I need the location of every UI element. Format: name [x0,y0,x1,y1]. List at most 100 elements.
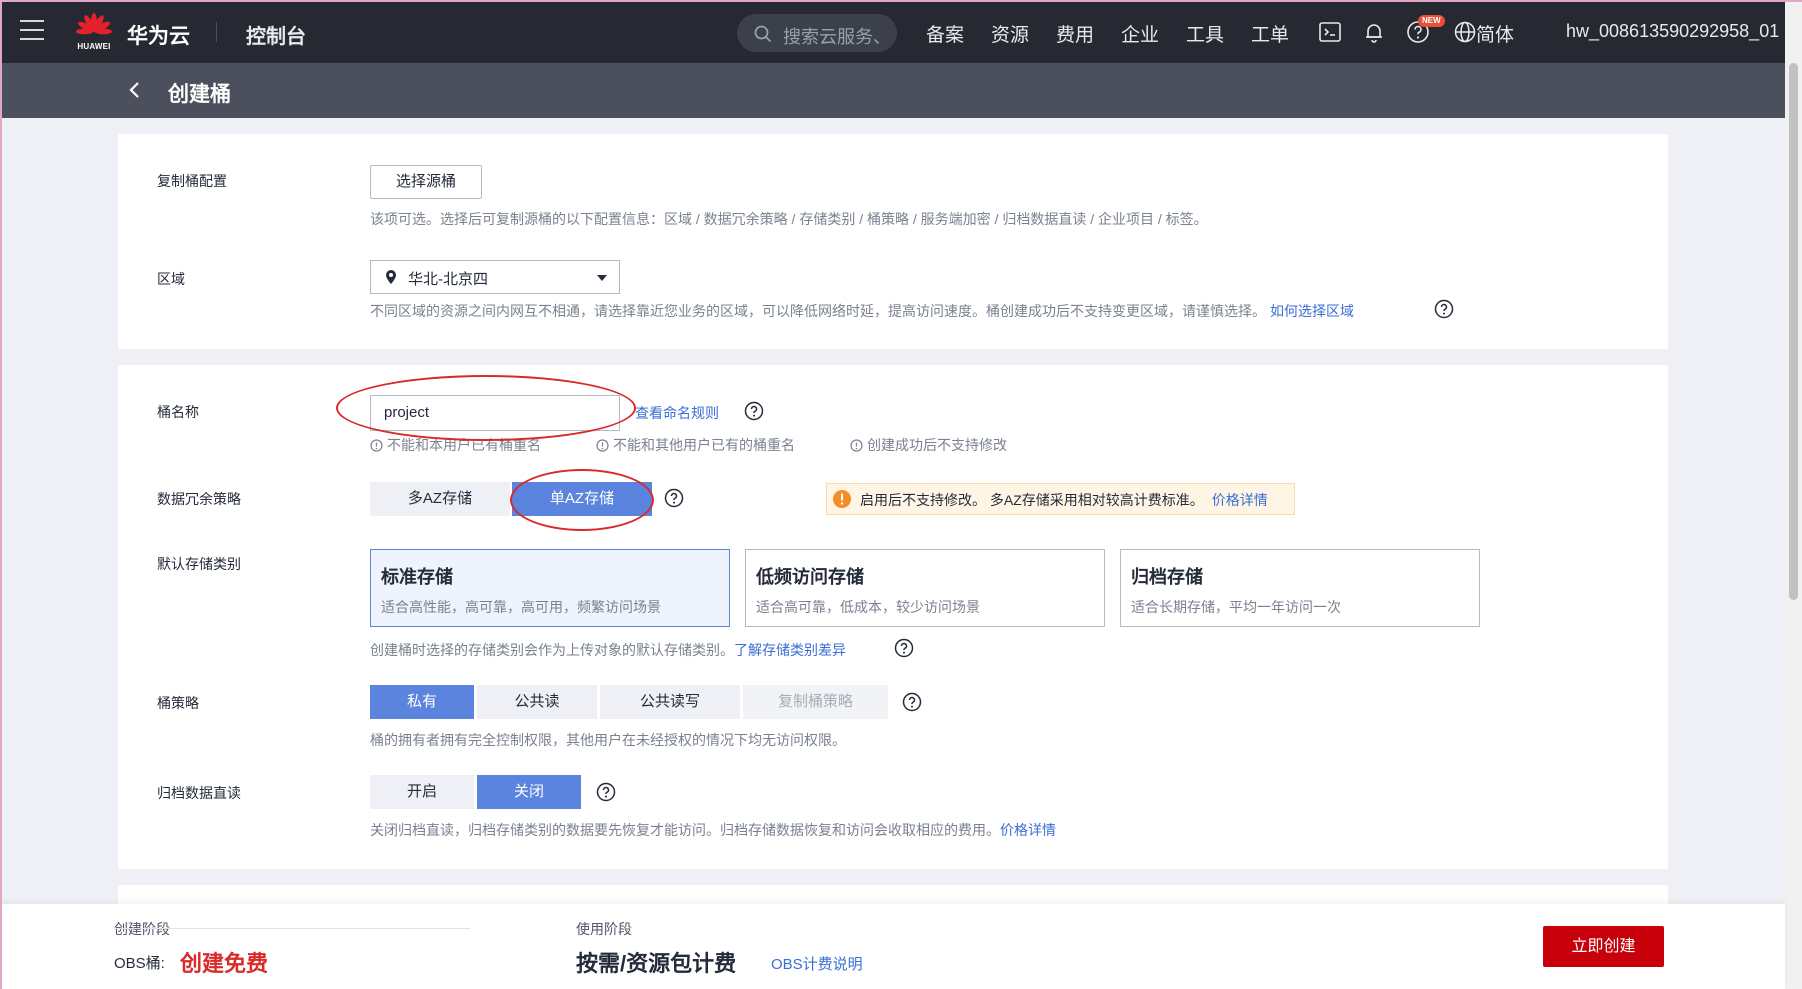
archive-on-option[interactable]: 开启 [370,775,474,809]
naming-rule-3-text: 创建成功后不支持修改 [867,437,1007,453]
naming-rules-link[interactable]: 查看命名规则 [635,403,719,423]
top-navigation-bar: HUAWEI 华为云 控制台 搜索云服务、 备案 资源 费用 企业 工具 工单 … [0,0,1785,63]
policy-public-read-option[interactable]: 公共读 [477,685,597,719]
single-az-option[interactable]: 单AZ存储 [512,482,652,516]
archive-off-option[interactable]: 关闭 [477,775,581,809]
bucket-settings-card: 桶名称 project 查看命名规则 不能和本用户已有桶重名 不能和其他用户已有… [118,365,1668,869]
bucket-policy-label: 桶策略 [157,695,199,711]
use-stage-label: 使用阶段 [576,921,632,937]
huawei-logo[interactable]: HUAWEI [74,12,114,52]
warning-text: 启用后不支持修改。 多AZ存储采用相对较高计费标准。 [860,492,1204,508]
search-icon [754,25,772,43]
nav-link-tools[interactable]: 工具 [1186,20,1224,47]
policy-hint: 桶的拥有者拥有完全控制权限，其他用户在未经授权的情况下均无访问权限。 [370,732,846,748]
console-link[interactable]: 控制台 [246,20,306,49]
region-select[interactable]: 华北-北京四 [370,260,620,294]
billing-info-link[interactable]: OBS计费说明 [771,953,863,974]
create-now-button[interactable]: 立即创建 [1543,926,1664,967]
scrollbar-thumb[interactable] [1789,63,1798,600]
policy-public-read-write-option[interactable]: 公共读写 [600,685,740,719]
back-arrow-icon[interactable] [124,79,146,101]
bucket-name-input[interactable]: project [370,395,620,431]
naming-rule-2-text: 不能和其他用户已有的桶重名 [613,437,795,453]
naming-rule-1: 不能和本用户已有桶重名 [370,435,541,455]
storage-class-label: 默认存储类别 [157,556,241,572]
brand-name[interactable]: 华为云 [127,20,190,50]
select-source-bucket-button[interactable]: 选择源桶 [370,165,482,199]
user-account[interactable]: hw_008613590292958_01 [1566,21,1779,42]
nav-link-resources[interactable]: 资源 [991,20,1029,47]
storage-class-diff-link[interactable]: 了解存储类别差异 [734,642,846,658]
nav-link-billing[interactable]: 费用 [1056,20,1094,47]
redundancy-warning: 启用后不支持修改。 多AZ存储采用相对较高计费标准。 价格详情 [826,483,1295,515]
config-card: 复制桶配置 选择源桶 该项可选。选择后可复制源桶的以下配置信息：区域 / 数据冗… [118,134,1668,349]
region-hint: 不同区域的资源之间内网互不相通，请选择靠近您业务的区域，可以降低网络时延，提高访… [370,301,1354,321]
warning-icon [833,490,851,508]
region-help-icon[interactable] [1434,299,1454,319]
huawei-flower-icon [76,13,112,35]
bell-icon[interactable] [1362,20,1386,44]
chevron-down-icon [597,275,607,281]
storage-type-standard-desc: 适合高性能，高可靠，高可用，频繁访问场景 [381,599,661,615]
storage-class-hint-text: 创建桶时选择的存储类别会作为上传对象的默认存储类别。 [370,642,734,658]
use-price: 按需/资源包计费 [576,951,737,976]
region-help-link[interactable]: 如何选择区域 [1270,303,1354,319]
nav-link-filing[interactable]: 备案 [926,20,964,47]
region-hint-text: 不同区域的资源之间内网互不相通，请选择靠近您业务的区域，可以降低网络时延，提高访… [370,303,1266,319]
archive-hint-text: 关闭归档直读，归档存储类别的数据要先恢复才能访问。归档存储数据恢复和访问会收取相… [370,822,1000,838]
storage-type-standard-title: 标准存储 [381,567,453,587]
page-title: 创建桶 [168,83,231,106]
window-frame-left [0,0,2,989]
redundancy-label: 数据冗余策略 [157,491,241,507]
create-stage-label: 创建阶段 [114,921,170,937]
archive-help-icon[interactable] [596,782,616,802]
logo-text: HUAWEI [77,42,111,51]
globe-icon[interactable] [1453,20,1477,44]
copy-config-hint: 该项可选。选择后可复制源桶的以下配置信息：区域 / 数据冗余策略 / 存储类别 … [370,211,1208,227]
archive-read-label: 归档数据直读 [157,785,241,801]
obs-bucket-label: OBS桶: [114,955,165,972]
multi-az-option[interactable]: 多AZ存储 [370,482,510,516]
search-placeholder: 搜索云服务、 [783,27,891,47]
nav-divider [216,22,217,42]
storage-type-infrequent-desc: 适合高可靠，低成本，较少访问场景 [756,599,980,615]
hamburger-menu-icon[interactable] [20,20,44,42]
language-switch[interactable]: 简体 [1476,20,1514,47]
redundancy-help-icon[interactable] [664,488,684,508]
region-select-value: 华北-北京四 [408,271,488,288]
policy-private-option[interactable]: 私有 [370,685,474,719]
search-box[interactable]: 搜索云服务、 [737,14,897,52]
naming-rule-2: 不能和其他用户已有的桶重名 [596,435,795,455]
copy-config-label: 复制桶配置 [157,173,227,189]
archive-price-link[interactable]: 价格详情 [1000,822,1056,838]
naming-help-icon[interactable] [744,401,764,421]
new-badge: NEW [1418,15,1445,27]
storage-type-infrequent[interactable]: 低频访问存储 适合高可靠，低成本，较少访问场景 [745,549,1105,627]
nav-link-enterprise[interactable]: 企业 [1121,20,1159,47]
warning-text-row: 启用后不支持修改。 多AZ存储采用相对较高计费标准。 价格详情 [860,490,1268,510]
naming-rule-1-text: 不能和本用户已有桶重名 [387,437,541,453]
storage-class-hint: 创建桶时选择的存储类别会作为上传对象的默认存储类别。了解存储类别差异 [370,640,846,660]
info-circle-icon [850,439,863,452]
page-header: 创建桶 [0,63,1785,118]
page-scrollbar[interactable] [1785,0,1802,989]
policy-help-icon[interactable] [902,692,922,712]
policy-copy-option[interactable]: 复制桶策略 [743,685,888,719]
bucket-name-label: 桶名称 [157,404,199,420]
storage-type-infrequent-title: 低频访问存储 [756,567,864,587]
naming-rule-3: 创建成功后不支持修改 [850,435,1007,455]
warning-price-link[interactable]: 价格详情 [1212,492,1268,508]
window-frame-top [0,0,1802,2]
region-label: 区域 [157,271,185,287]
create-price: 创建免费 [180,951,269,976]
billing-footer: 创建阶段 OBS桶: 创建免费 使用阶段 按需/资源包计费 OBS计费说明 立即… [0,904,1785,989]
nav-link-tickets[interactable]: 工单 [1251,20,1289,47]
storage-type-archive[interactable]: 归档存储 适合长期存储，平均一年访问一次 [1120,549,1480,627]
footer-divider [114,928,470,929]
terminal-icon[interactable] [1318,20,1342,44]
storage-type-standard[interactable]: 标准存储 适合高性能，高可靠，高可用，频繁访问场景 [370,549,730,627]
storage-class-help-icon[interactable] [894,638,914,658]
storage-type-archive-desc: 适合长期存储，平均一年访问一次 [1131,599,1341,615]
info-circle-icon [596,439,609,452]
archive-hint: 关闭归档直读，归档存储类别的数据要先恢复才能访问。归档存储数据恢复和访问会收取相… [370,820,1056,840]
